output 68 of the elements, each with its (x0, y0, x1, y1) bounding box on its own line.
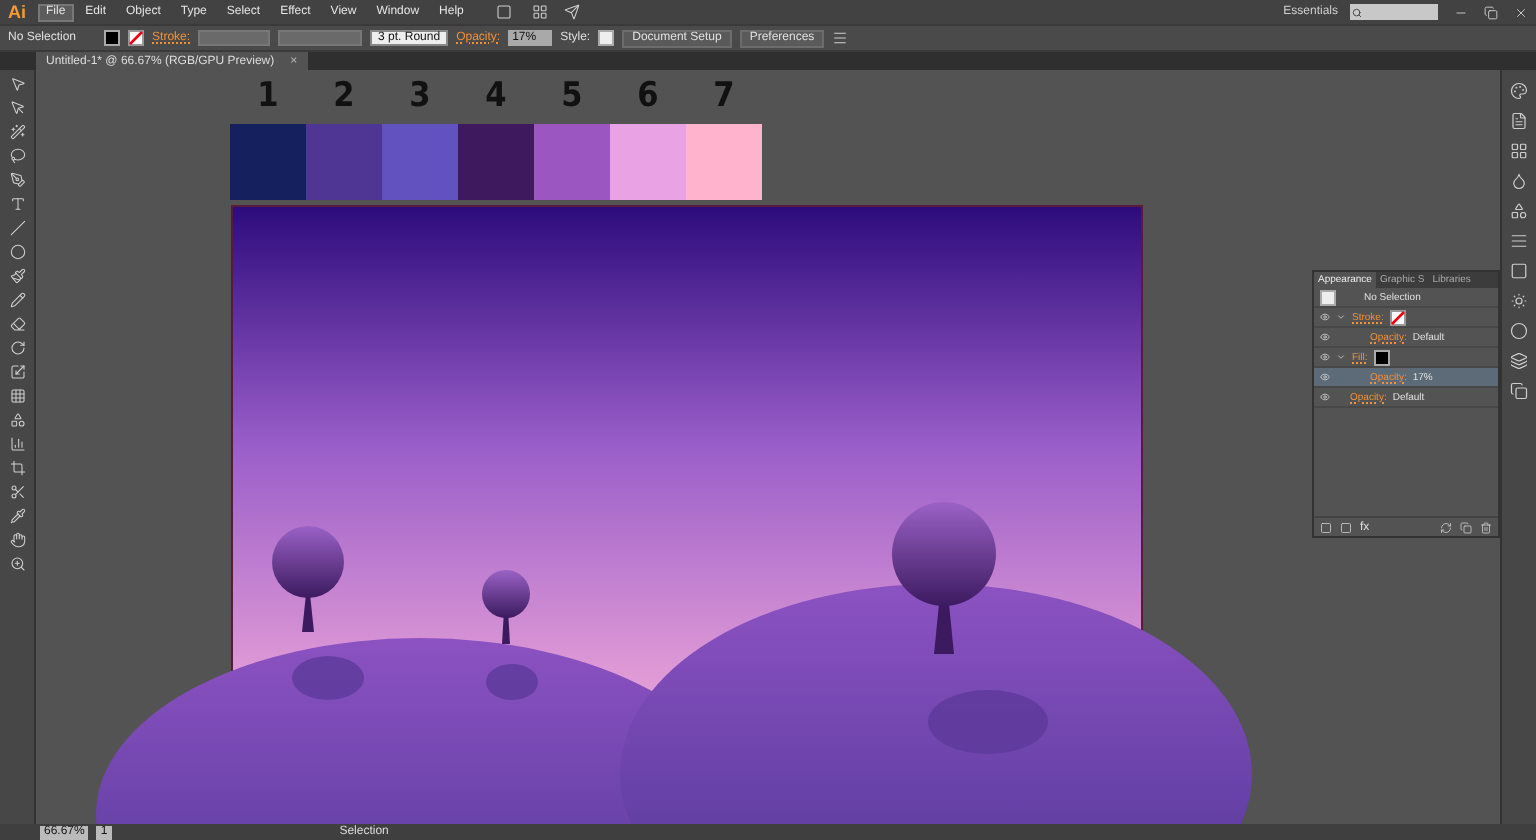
frame-icon[interactable] (495, 4, 512, 20)
eyedropper-icon[interactable] (9, 508, 25, 524)
new-fill-icon[interactable] (1340, 521, 1352, 533)
mesh-icon[interactable] (9, 388, 25, 404)
scale-icon[interactable] (9, 364, 25, 380)
fill-swatch[interactable] (1373, 349, 1390, 365)
circle-icon[interactable] (1510, 322, 1528, 340)
text-icon[interactable] (9, 196, 25, 212)
copy-icon[interactable] (1510, 382, 1528, 400)
send-icon[interactable] (563, 4, 580, 20)
shapes-icon[interactable] (9, 412, 25, 428)
grid-icon[interactable] (1510, 142, 1528, 160)
arrow-pointer-icon[interactable] (9, 76, 25, 92)
document-icon[interactable] (1510, 112, 1528, 130)
swatch-number: 2 (331, 76, 357, 116)
scissors-icon[interactable] (9, 484, 25, 500)
eye-icon[interactable] (1320, 372, 1330, 382)
new-stroke-icon[interactable] (1320, 521, 1332, 533)
arrange-icon[interactable] (531, 4, 548, 20)
trash-icon[interactable] (1480, 521, 1492, 533)
sun-icon[interactable] (1510, 292, 1528, 310)
square-icon[interactable] (1510, 262, 1528, 280)
close-icon[interactable] (1514, 5, 1528, 19)
eye-icon[interactable] (1320, 312, 1330, 322)
pen-icon[interactable] (9, 172, 25, 188)
ellipse-icon[interactable] (9, 244, 25, 260)
stroke-weight-field[interactable] (198, 30, 271, 46)
style-swatch[interactable] (598, 30, 615, 46)
brush-icon[interactable] (9, 268, 25, 284)
menu-icon[interactable] (832, 30, 849, 46)
variable-width-field[interactable] (278, 30, 363, 46)
crop-icon[interactable] (9, 460, 25, 476)
swatch-number: 1 (255, 76, 281, 116)
layers-icon[interactable] (1510, 352, 1528, 370)
restore-icon[interactable] (1484, 5, 1498, 19)
hollow-pointer-icon[interactable] (9, 100, 25, 116)
app-logo: Ai (8, 2, 26, 22)
disclosure-icon[interactable] (1336, 352, 1346, 362)
eye-icon[interactable] (1320, 352, 1330, 362)
eye-icon[interactable] (1320, 332, 1330, 342)
eye-icon[interactable] (1320, 392, 1330, 402)
search-icon (1352, 7, 1362, 17)
rotate-icon[interactable] (9, 340, 25, 356)
disclosure-icon[interactable] (1336, 312, 1346, 322)
hand-icon[interactable] (9, 532, 25, 548)
shapes-icon[interactable] (1510, 202, 1528, 220)
fill-swatch[interactable] (104, 30, 121, 46)
swatch-number: 7 (711, 76, 737, 116)
swatch-number: 3 (407, 76, 433, 116)
search-field[interactable] (1350, 4, 1438, 20)
bar-graph-icon[interactable] (9, 436, 25, 452)
clear-icon[interactable] (1440, 521, 1452, 533)
droplet-icon[interactable] (1510, 172, 1528, 190)
lasso-icon[interactable] (9, 148, 25, 164)
line-icon[interactable] (9, 220, 25, 236)
lines-icon[interactable] (1510, 232, 1528, 250)
pencil-icon[interactable] (9, 292, 25, 308)
zoom-icon[interactable] (9, 556, 25, 572)
swatch-number: 5 (559, 76, 585, 116)
palette-icon[interactable] (1510, 82, 1528, 100)
none-swatch-icon[interactable] (1389, 309, 1406, 325)
swatch-thumbnail (1320, 289, 1336, 305)
duplicate-icon[interactable] (1460, 521, 1472, 533)
eraser-icon[interactable] (9, 316, 25, 332)
swatch-number: 6 (635, 76, 661, 116)
none-swatch-icon[interactable] (128, 30, 145, 46)
magic-wand-icon[interactable] (9, 124, 25, 140)
swatch-number: 4 (483, 76, 509, 116)
